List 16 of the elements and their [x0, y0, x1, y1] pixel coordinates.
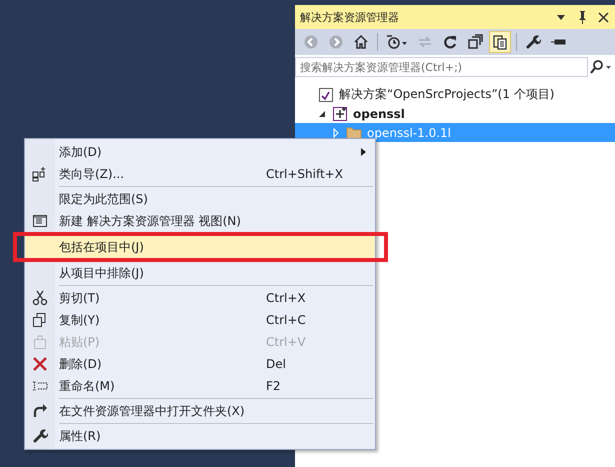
search-field[interactable]: 搜索解决方案资源管理器(Ctrl+;)	[295, 57, 588, 77]
menu-item[interactable]: 新建 解决方案资源管理器 视图(N)	[25, 210, 375, 232]
menu-item[interactable]: 复制(Y) Ctrl+C	[25, 309, 375, 331]
menu-item[interactable]: 添加(D)	[25, 141, 375, 163]
menu-item[interactable]: 重命名(M) F2	[25, 375, 375, 397]
menu-item[interactable]: 删除(D) Del	[25, 353, 375, 375]
menu-item[interactable]: 属性(R)	[25, 425, 375, 447]
menu-item[interactable]: 类向导(Z)... Ctrl+Shift+X	[25, 163, 375, 185]
menu-item[interactable]: 限定为此范围(S)	[25, 188, 375, 210]
menu-item[interactable]: 在文件资源管理器中打开文件夹(X)	[25, 400, 375, 422]
panel-title: 解决方案资源管理器	[300, 10, 400, 24]
menu-item[interactable]: 包括在项目中(J)	[25, 236, 375, 258]
tree-item[interactable]: 解决方案“OpenSrcProjects”(1 个项目)	[295, 85, 615, 104]
tree-item[interactable]: openssl	[295, 104, 615, 123]
menu-item[interactable]: 从项目中排除(J)	[25, 262, 375, 284]
menu-item[interactable]: 剪切(T) Ctrl+X	[25, 287, 375, 309]
